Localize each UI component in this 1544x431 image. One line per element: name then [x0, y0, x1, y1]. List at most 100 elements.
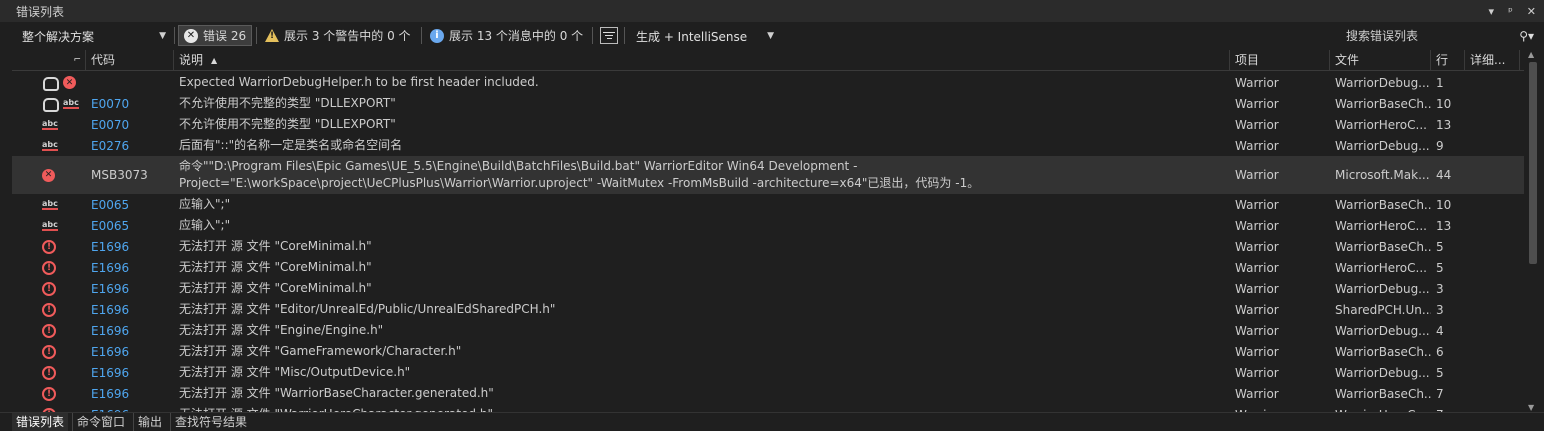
column-header-project[interactable]: 项目 — [1230, 50, 1330, 71]
column-header-description[interactable]: 说明 ▲ — [174, 50, 1230, 71]
error-code[interactable]: E1696 — [86, 278, 174, 299]
table-row[interactable]: ! E1696 无法打开 源 文件 "GameFramework/Character… — [12, 341, 1524, 362]
error-code[interactable]: E0065 — [86, 215, 174, 236]
scrollbar-thumb[interactable] — [1529, 62, 1537, 264]
messages-filter-button[interactable]: i 展示 13 个消息中的 0 个 — [425, 25, 588, 46]
copilot-icon[interactable] — [42, 97, 59, 112]
column-header-line[interactable]: 行 — [1431, 50, 1465, 71]
column-header-icons[interactable]: ⌐ — [12, 50, 86, 71]
toolbar: 整个解决方案 ▼ ✕ 错误 26 展示 3 个警告中的 0 个 i 展示 13 … — [0, 22, 1544, 49]
error-description: 不允许使用不完整的类型 "DLLEXPORT" — [179, 96, 396, 110]
error-description: 无法打开 源 文件 "CoreMinimal.h" — [179, 260, 372, 274]
error-file: WarriorBaseCh... — [1335, 344, 1431, 359]
messages-label: 展示 13 个消息中的 0 个 — [449, 29, 584, 43]
row-icons: ! — [12, 257, 86, 278]
row-icons: ! — [12, 362, 86, 383]
table-row[interactable]: abc E0070 不允许使用不完整的类型 "DLLEXPORT" Warrior Wa… — [12, 114, 1524, 135]
error-line: 6 — [1436, 344, 1444, 359]
error-code[interactable]: E1696 — [86, 299, 174, 320]
error-line: 10 — [1436, 96, 1452, 111]
error-code[interactable]: E0070 — [86, 93, 174, 114]
error-code[interactable]: E1696 — [86, 404, 174, 413]
warning-icon — [265, 29, 279, 42]
error-code[interactable]: E1696 — [86, 320, 174, 341]
error-project: Warrior — [1235, 197, 1279, 212]
tab-find-symbol-results[interactable]: 查找符号结果 — [170, 413, 251, 431]
error-code[interactable]: E1696 — [86, 257, 174, 278]
row-icons: abc — [12, 194, 86, 215]
error-description: 应输入";" — [179, 197, 231, 211]
table-row[interactable]: abc E0065 应输入";" Warrior WarriorHeroC... 13 — [12, 215, 1524, 236]
error-file: Microsoft.Mak... — [1335, 168, 1430, 182]
tab-command-window[interactable]: 命令窗口 — [72, 413, 129, 431]
tab-output[interactable]: 输出 — [133, 413, 166, 431]
error-file: WarriorBaseCh... — [1335, 96, 1431, 111]
row-icons: abc — [12, 93, 86, 114]
close-icon[interactable]: ✕ — [1527, 5, 1536, 18]
spelling-icon: abc — [42, 119, 58, 130]
column-header-code[interactable]: 代码 — [86, 50, 174, 71]
pin-icon[interactable]: ᵖ — [1508, 5, 1513, 18]
table-row[interactable]: ! E1696 无法打开 源 文件 "CoreMinimal.h" Warrior Wa… — [12, 278, 1524, 299]
error-code[interactable]: E0276 — [86, 135, 174, 156]
error-file: WarriorDebug... — [1335, 281, 1430, 296]
copilot-icon[interactable] — [42, 76, 59, 91]
warnings-filter-button[interactable]: 展示 3 个警告中的 0 个 — [260, 25, 416, 46]
bottom-tab-bar: 错误列表 命令窗口 输出 查找符号结果 — [0, 412, 1544, 431]
error-line: 10 — [1436, 197, 1452, 212]
error-code[interactable]: E1696 — [86, 383, 174, 404]
scope-label: 整个解决方案 — [22, 29, 95, 44]
error-line: 3 — [1436, 281, 1444, 296]
warnings-label: 展示 3 个警告中的 0 个 — [284, 29, 411, 43]
table-row[interactable]: ! E1696 无法打开 源 文件 "CoreMinimal.h" Warrior Wa… — [12, 236, 1524, 257]
error-code[interactable]: E1696 — [86, 236, 174, 257]
table-row[interactable]: abc E0065 应输入";" Warrior WarriorBaseCh... 10 — [12, 194, 1524, 215]
error-project: Warrior — [1235, 281, 1279, 296]
row-icons: ! — [12, 341, 86, 362]
error-line: 5 — [1436, 260, 1444, 275]
error-description: 不允许使用不完整的类型 "DLLEXPORT" — [179, 117, 396, 131]
scroll-down-icon[interactable]: ▼ — [1528, 403, 1534, 412]
vertical-scrollbar[interactable]: ▲ ▼ — [1526, 50, 1540, 412]
table-row[interactable]: ! E1696 无法打开 源 文件 "CoreMinimal.h" Warrior Wa… — [12, 257, 1524, 278]
column-header-detail[interactable]: 详细... — [1465, 50, 1520, 71]
error-file: WarriorHeroC... — [1335, 218, 1427, 233]
table-row[interactable]: abc E0276 后面有"::"的名称一定是类名或命名空间名 Warrior Warr… — [12, 135, 1524, 156]
table-row[interactable]: abc E0070 不允许使用不完整的类型 "DLLEXPORT" Warrior Wa… — [12, 93, 1524, 114]
table-row[interactable]: !E1696无法打开 源 文件 "WarriorHeroCharacter.ge… — [12, 404, 1524, 412]
errors-filter-button[interactable]: ✕ 错误 26 — [178, 25, 253, 46]
row-icons: ! — [12, 299, 86, 320]
dropdown-icon[interactable]: ▾ — [1489, 5, 1495, 18]
error-code[interactable]: E0065 — [86, 194, 174, 215]
table-row[interactable]: ! E1696 无法打开 源 文件 "Engine/Engine.h" Warrior… — [12, 320, 1524, 341]
error-code[interactable]: E0070 — [86, 114, 174, 135]
chevron-down-icon: ▼ — [159, 31, 166, 41]
error-code[interactable]: E1696 — [86, 341, 174, 362]
table-row[interactable]: ✕ Expected WarriorDebugHelper.h to be fir… — [12, 72, 1524, 93]
scroll-up-icon[interactable]: ▲ — [1528, 50, 1534, 59]
table-row[interactable]: ! E1696 无法打开 源 文件 "WarriorBaseCharacter.ge… — [12, 383, 1524, 404]
column-header-file[interactable]: 文件 — [1330, 50, 1431, 71]
error-line: 44 — [1436, 168, 1452, 182]
error-file: WarriorDebug... — [1335, 138, 1430, 153]
error-project: Warrior — [1235, 323, 1279, 338]
build-filter-dropdown[interactable]: 生成 + IntelliSense ▼ — [630, 25, 780, 47]
filter-toggle-button[interactable] — [595, 25, 623, 46]
search-box[interactable]: ⚲▾ — [1342, 25, 1538, 46]
error-outline-icon: ! — [42, 260, 56, 275]
error-project: Warrior — [1235, 96, 1279, 111]
scope-dropdown[interactable]: 整个解决方案 ▼ — [16, 25, 172, 47]
sort-ascending-icon: ▲ — [211, 56, 218, 65]
error-line: 9 — [1436, 138, 1444, 153]
error-file: WarriorHeroC... — [1335, 117, 1427, 132]
error-code[interactable]: E1696 — [86, 362, 174, 383]
search-input[interactable] — [1346, 28, 1506, 43]
tab-error-list[interactable]: 错误列表 — [12, 413, 69, 431]
error-project: Warrior — [1230, 404, 1330, 413]
table-row[interactable]: ! E1696 无法打开 源 文件 "Editor/UnrealEd/Public/… — [12, 299, 1524, 320]
search-icon[interactable]: ⚲▾ — [1519, 29, 1534, 43]
error-line: 5 — [1436, 239, 1444, 254]
table-row[interactable]: ! E1696 无法打开 源 文件 "Misc/OutputDevice.h" War… — [12, 362, 1524, 383]
table-row[interactable]: ✕ MSB3073 命令""D:\Program Files\Epic Games\… — [12, 156, 1524, 194]
error-file: WarriorDebug... — [1335, 75, 1430, 90]
